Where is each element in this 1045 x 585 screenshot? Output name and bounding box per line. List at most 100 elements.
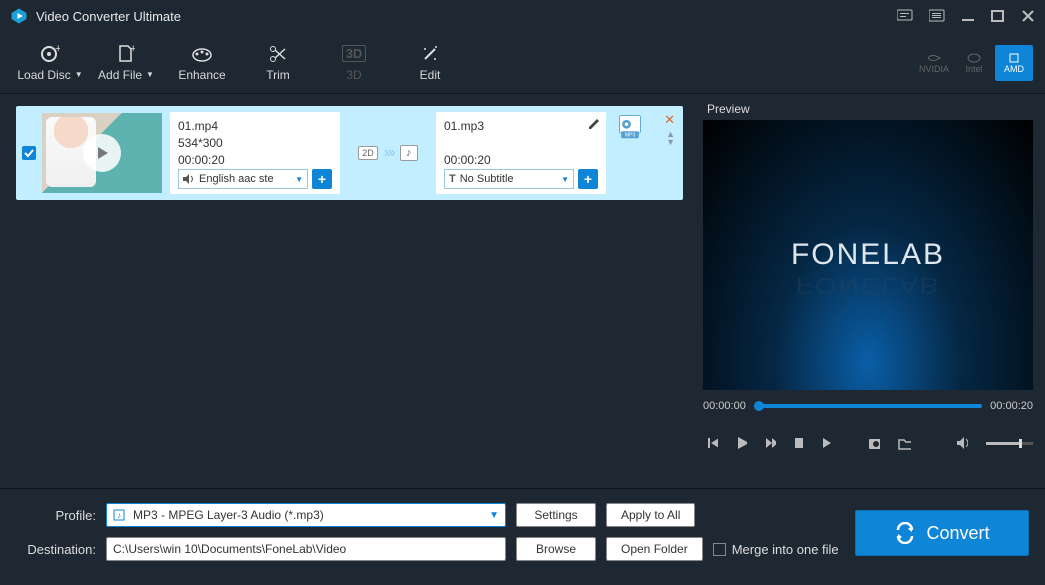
badge-2d: 2D bbox=[358, 146, 378, 160]
amd-icon bbox=[1006, 52, 1022, 64]
move-down-icon[interactable]: ▼ bbox=[666, 138, 675, 146]
minimize-icon[interactable] bbox=[961, 9, 975, 23]
chevron-down-icon: ▼ bbox=[561, 175, 569, 184]
profile-select[interactable]: ♪ MP3 - MPEG Layer-3 Audio (*.mp3)▼ bbox=[106, 503, 506, 527]
add-subtitle-button[interactable]: + bbox=[578, 169, 598, 189]
preview-brand-text: FONELAB bbox=[791, 238, 945, 272]
edit-name-icon[interactable] bbox=[588, 118, 600, 130]
src-resolution: 534*300 bbox=[178, 135, 332, 152]
dest-info: 01.mp3 00:00:20 T No Subtitle▼ + bbox=[436, 112, 606, 194]
audio-badge-icon: ♪ bbox=[400, 145, 418, 161]
file-thumbnail[interactable] bbox=[42, 113, 162, 193]
chevron-down-icon: ▼ bbox=[295, 175, 303, 184]
bottom-bar: Profile: ♪ MP3 - MPEG Layer-3 Audio (*.m… bbox=[0, 488, 1045, 585]
volume-slider[interactable] bbox=[986, 442, 1033, 445]
source-info: 01.mp4 534*300 00:00:20 English aac ste▼… bbox=[170, 112, 340, 194]
destination-input[interactable]: C:\Users\win 10\Documents\FoneLab\Video bbox=[106, 537, 506, 561]
preview-panel: Preview FONELAB FONELAB 00:00:00 00:00:2… bbox=[695, 94, 1045, 488]
file-icon: + bbox=[117, 45, 135, 63]
svg-text:♪: ♪ bbox=[117, 511, 121, 520]
three-d-icon: 3D bbox=[342, 45, 367, 62]
edit-label: Edit bbox=[420, 68, 441, 82]
convert-button[interactable]: Convert bbox=[855, 510, 1029, 556]
preview-title: Preview bbox=[703, 102, 1033, 116]
three-d-label: 3D bbox=[346, 68, 361, 82]
preview-screen[interactable]: FONELAB FONELAB bbox=[703, 120, 1033, 390]
menu-icon[interactable] bbox=[929, 9, 945, 23]
app-logo-icon bbox=[10, 7, 28, 25]
enhance-button[interactable]: Enhance bbox=[164, 37, 240, 89]
add-file-label: Add File bbox=[98, 68, 142, 82]
open-folder-button[interactable]: Open Folder bbox=[606, 537, 703, 561]
src-duration: 00:00:20 bbox=[178, 152, 332, 169]
hw-intel[interactable]: Intel bbox=[955, 45, 993, 81]
chevron-down-icon: ▼ bbox=[146, 70, 154, 79]
arrows-icon: ››› bbox=[384, 144, 394, 162]
app-title: Video Converter Ultimate bbox=[36, 9, 897, 24]
browse-button[interactable]: Browse bbox=[516, 537, 596, 561]
load-disc-label: Load Disc bbox=[17, 68, 70, 82]
src-filename: 01.mp4 bbox=[178, 118, 332, 135]
music-file-icon: ♪ bbox=[113, 509, 127, 521]
svg-text:+: + bbox=[55, 45, 60, 55]
settings-button[interactable]: Settings bbox=[516, 503, 596, 527]
close-icon[interactable] bbox=[1021, 9, 1035, 23]
seek-slider[interactable] bbox=[754, 404, 982, 408]
apply-all-button[interactable]: Apply to All bbox=[606, 503, 695, 527]
file-checkbox[interactable] bbox=[22, 146, 36, 160]
svg-text:+: + bbox=[130, 45, 135, 55]
main-toolbar: + Load Disc ▼ + Add File ▼ Enhance Trim 3D… bbox=[0, 32, 1045, 94]
merge-label: Merge into one file bbox=[732, 542, 839, 557]
feedback-icon[interactable] bbox=[897, 9, 913, 23]
volume-icon[interactable] bbox=[956, 436, 968, 450]
hw-accel-badges: NVIDIA Intel AMD bbox=[915, 45, 1033, 81]
dst-duration: 00:00:20 bbox=[444, 152, 598, 169]
destination-label: Destination: bbox=[16, 542, 96, 557]
title-bar: Video Converter Ultimate bbox=[0, 0, 1045, 32]
magic-wand-icon bbox=[421, 45, 439, 63]
time-current: 00:00:00 bbox=[703, 400, 746, 412]
fast-forward-button[interactable] bbox=[765, 436, 776, 450]
reorder-arrows[interactable]: ▲▼ bbox=[666, 130, 675, 146]
time-total: 00:00:20 bbox=[990, 400, 1033, 412]
enhance-label: Enhance bbox=[178, 68, 225, 82]
load-disc-button[interactable]: + Load Disc ▼ bbox=[12, 37, 88, 89]
conversion-arrow: 2D ››› ♪ bbox=[340, 112, 436, 194]
merge-checkbox-row[interactable]: Merge into one file bbox=[713, 542, 839, 557]
play-button[interactable] bbox=[736, 436, 747, 450]
disc-icon: + bbox=[40, 45, 60, 63]
audio-track-select[interactable]: English aac ste▼ bbox=[178, 169, 308, 189]
next-button[interactable] bbox=[821, 436, 832, 450]
format-mp3-icon[interactable]: MP3 bbox=[616, 112, 644, 140]
convert-icon bbox=[894, 522, 916, 544]
hw-nvidia[interactable]: NVIDIA bbox=[915, 45, 953, 81]
file-card[interactable]: 01.mp4 534*300 00:00:20 English aac ste▼… bbox=[16, 106, 683, 200]
stop-button[interactable] bbox=[794, 437, 803, 449]
intel-icon bbox=[966, 52, 982, 64]
chevron-down-icon: ▼ bbox=[489, 510, 499, 521]
nvidia-icon bbox=[926, 52, 942, 64]
profile-label: Profile: bbox=[16, 508, 96, 523]
merge-checkbox[interactable] bbox=[713, 543, 726, 556]
trim-label: Trim bbox=[266, 68, 290, 82]
three-d-button[interactable]: 3D 3D bbox=[316, 37, 392, 89]
palette-icon bbox=[191, 46, 213, 62]
edit-button[interactable]: Edit bbox=[392, 37, 468, 89]
speaker-icon bbox=[183, 174, 195, 184]
svg-text:MP3: MP3 bbox=[625, 133, 636, 139]
maximize-icon[interactable] bbox=[991, 9, 1005, 23]
snapshot-button[interactable] bbox=[868, 436, 880, 450]
prev-button[interactable] bbox=[707, 436, 718, 450]
add-audio-button[interactable]: + bbox=[312, 169, 332, 189]
remove-file-button[interactable]: ✕ bbox=[664, 112, 675, 128]
play-overlay-icon[interactable] bbox=[83, 134, 121, 172]
hw-amd[interactable]: AMD bbox=[995, 45, 1033, 81]
chevron-down-icon: ▼ bbox=[75, 70, 83, 79]
trim-button[interactable]: Trim bbox=[240, 37, 316, 89]
file-list-area: 01.mp4 534*300 00:00:20 English aac ste▼… bbox=[0, 94, 695, 488]
subtitle-select[interactable]: T No Subtitle▼ bbox=[444, 169, 574, 189]
add-file-button[interactable]: + Add File ▼ bbox=[88, 37, 164, 89]
scissors-icon bbox=[269, 45, 287, 63]
open-snapshot-folder-button[interactable] bbox=[898, 436, 910, 450]
subtitle-t-icon: T bbox=[449, 173, 456, 185]
